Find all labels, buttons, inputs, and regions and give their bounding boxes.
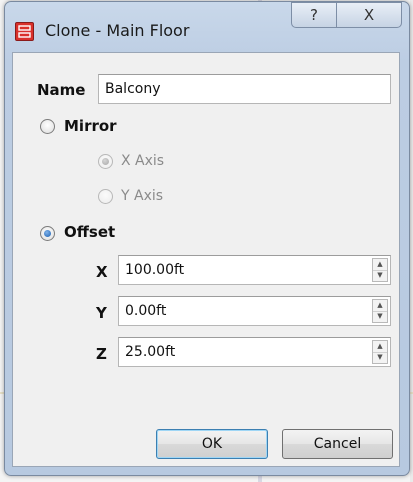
offset-z-field[interactable]: 25.00ft	[118, 337, 391, 367]
offset-y-field[interactable]: 0.00ft	[118, 296, 391, 326]
spin-down-icon[interactable]: ▼	[373, 311, 387, 322]
ok-button[interactable]: OK	[156, 429, 268, 459]
offset-z-stepper[interactable]: ▲ ▼	[372, 340, 388, 364]
y-axis-radio	[98, 189, 113, 204]
close-button[interactable]: X	[336, 2, 402, 28]
window-title: Clone - Main Floor	[45, 21, 190, 40]
offset-y-label: Y	[96, 304, 107, 322]
offset-radio[interactable]	[40, 226, 55, 241]
name-label: Name	[37, 81, 86, 99]
offset-label: Offset	[64, 223, 116, 241]
help-icon: ?	[310, 6, 318, 24]
spin-down-icon[interactable]: ▼	[373, 352, 387, 363]
spin-down-icon[interactable]: ▼	[373, 270, 387, 281]
clone-dialog: Clone - Main Floor ? X Name Balcony Mirr…	[4, 1, 410, 476]
y-axis-label: Y Axis	[121, 188, 164, 204]
mirror-label: Mirror	[64, 117, 117, 135]
offset-y-stepper[interactable]: ▲ ▼	[372, 299, 388, 323]
title-bar[interactable]: Clone - Main Floor ? X	[5, 2, 409, 52]
x-axis-radio	[98, 154, 113, 169]
mirror-radio[interactable]	[40, 119, 55, 134]
offset-x-stepper[interactable]: ▲ ▼	[372, 258, 388, 282]
name-field[interactable]: Balcony	[98, 74, 391, 104]
app-icon	[15, 22, 34, 41]
offset-x-label: X	[96, 263, 108, 281]
close-icon: X	[363, 6, 375, 24]
cancel-button[interactable]: Cancel	[282, 429, 393, 459]
help-button[interactable]: ?	[291, 2, 337, 28]
dialog-body: Name Balcony Mirror X Axis Y Axis Offset…	[12, 52, 400, 467]
offset-z-label: Z	[96, 345, 107, 363]
x-axis-label: X Axis	[121, 153, 165, 169]
offset-x-field[interactable]: 100.00ft	[118, 255, 391, 285]
